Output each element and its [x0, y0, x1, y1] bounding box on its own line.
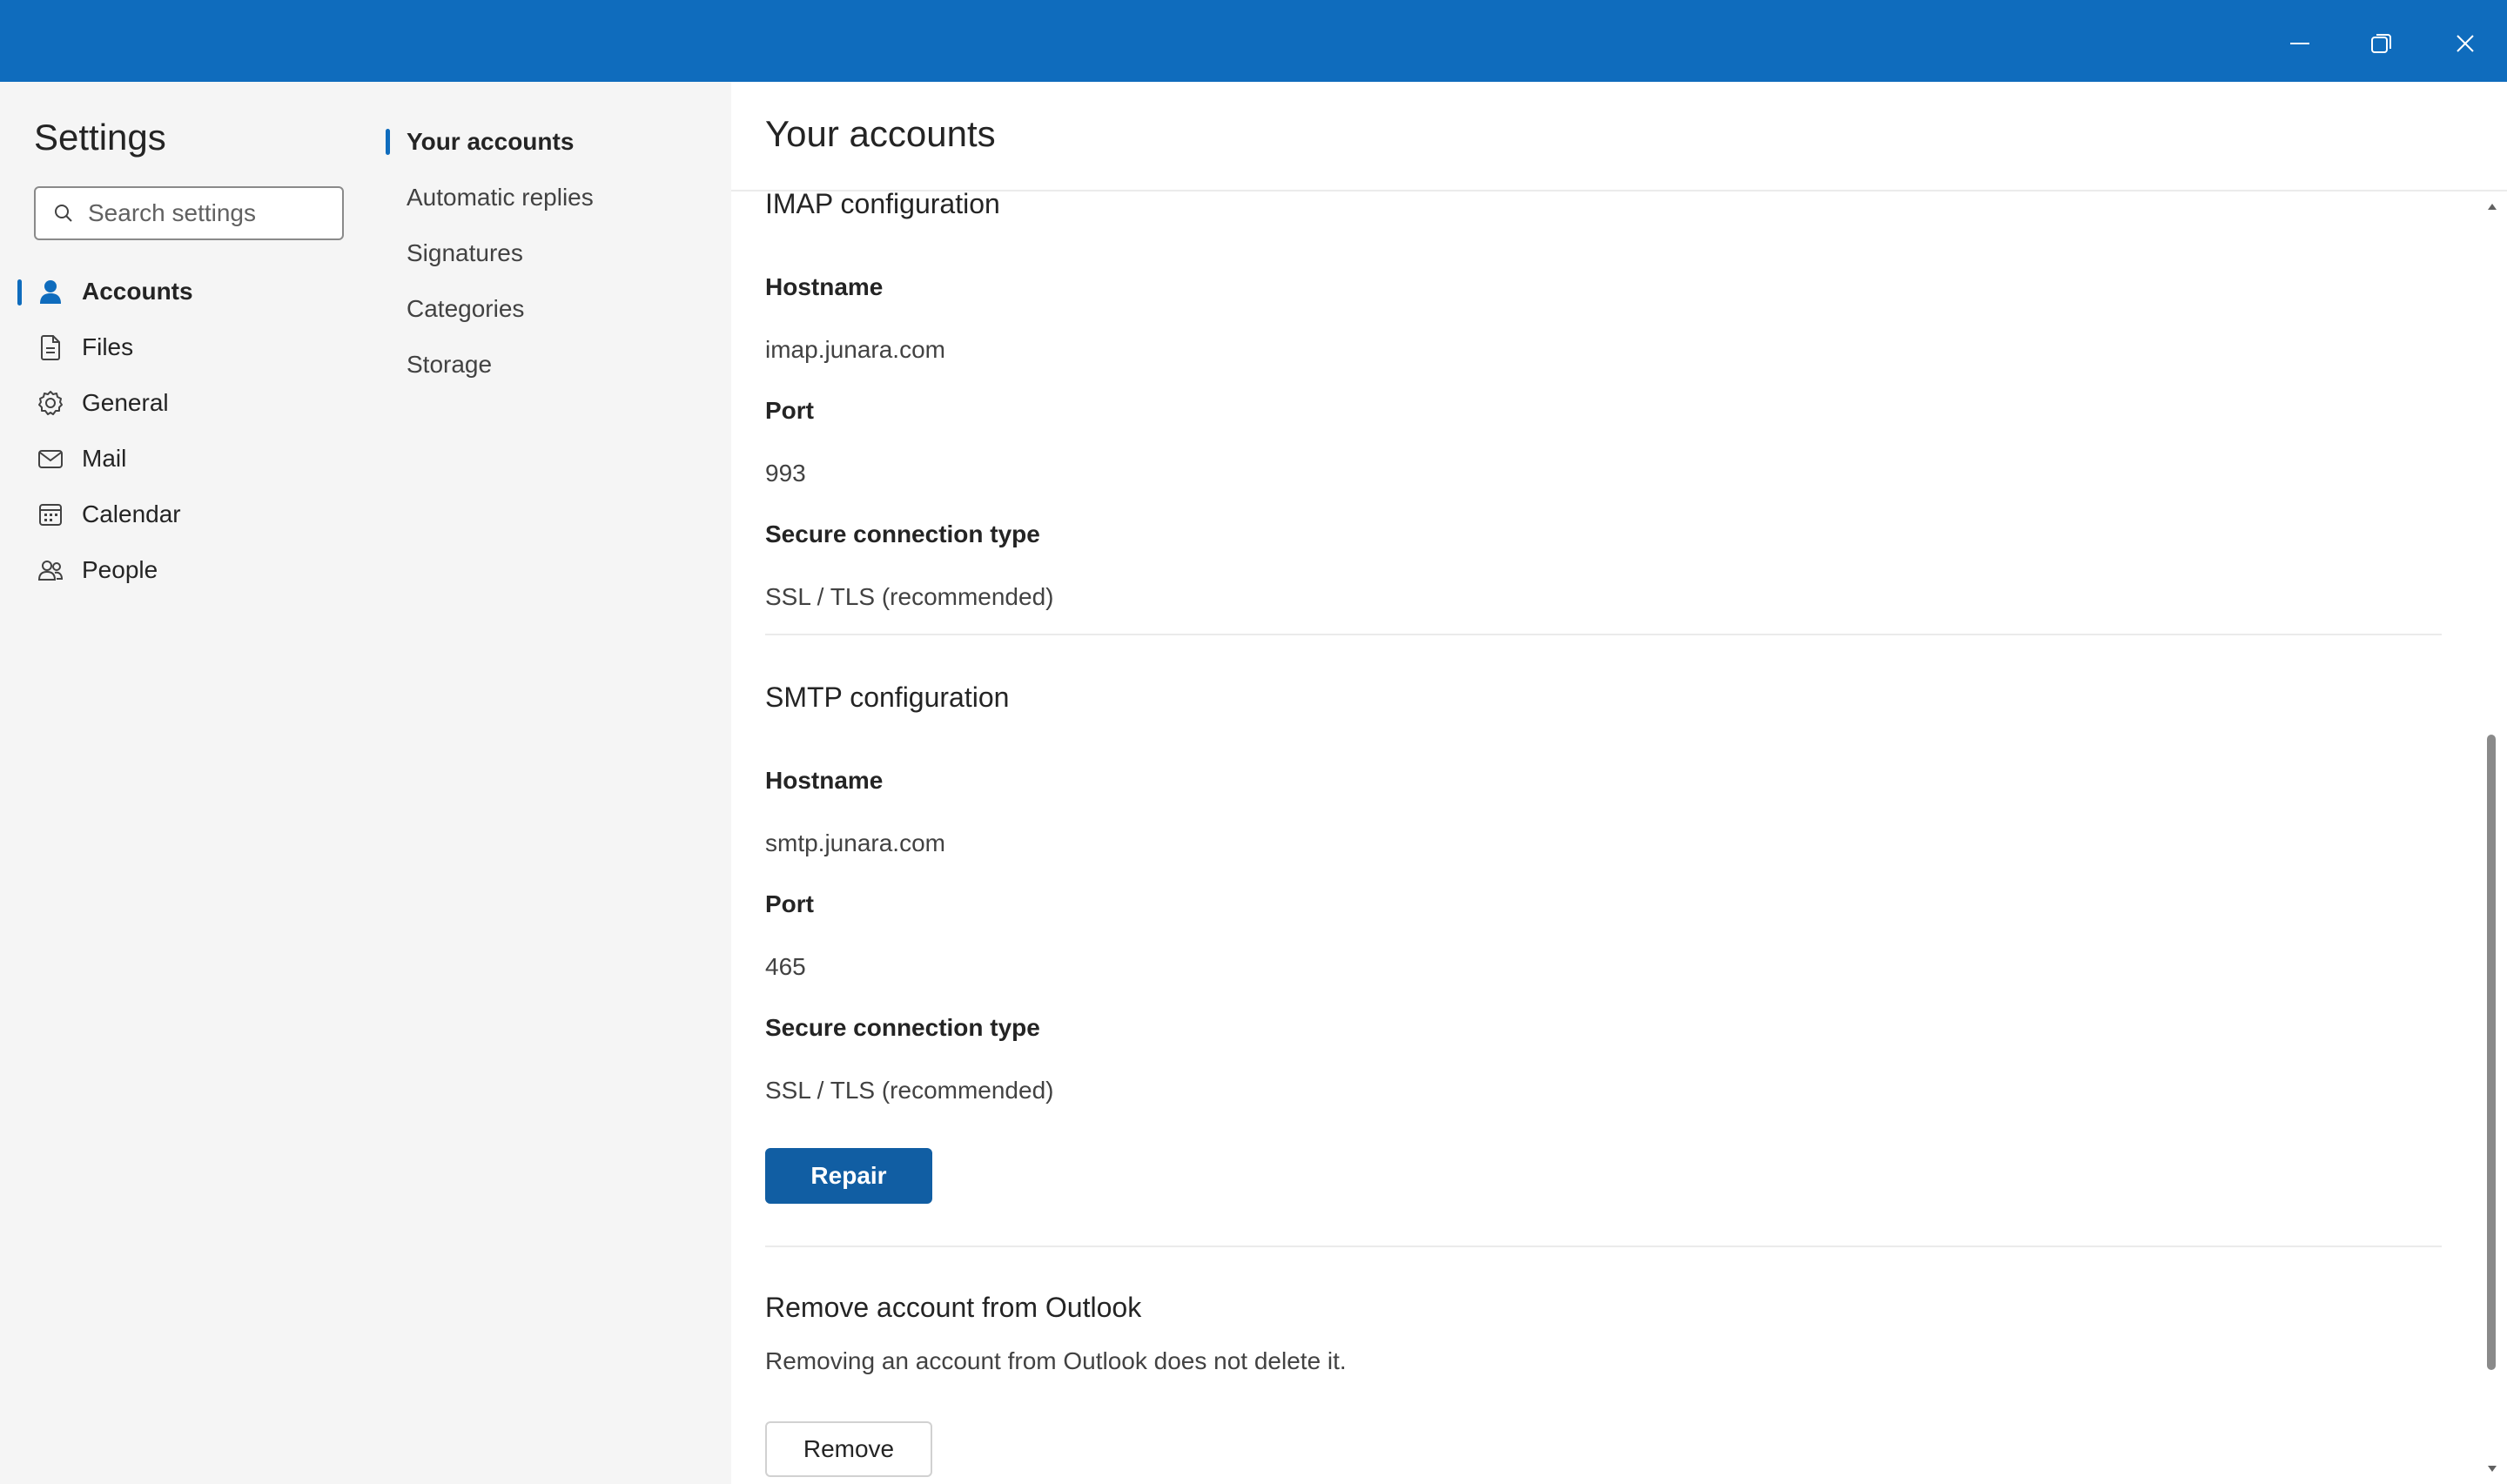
smtp-security-value: SSL / TLS (recommended): [765, 1077, 1054, 1104]
section-divider: [765, 1246, 2442, 1247]
nav-item-label: People: [82, 556, 158, 583]
accounts-subnav-pane: Your accounts Automatic replies Signatur…: [380, 82, 731, 1484]
smtp-port-label: Port: [765, 890, 814, 917]
subnav-item-storage[interactable]: Storage: [407, 340, 492, 389]
repair-button[interactable]: Repair: [765, 1148, 932, 1204]
remove-account-description: Removing an account from Outlook does no…: [765, 1347, 1347, 1374]
subnav-item-signatures[interactable]: Signatures: [407, 229, 523, 278]
restore-button[interactable]: [2356, 17, 2408, 70]
imap-hostname-label: Hostname: [765, 273, 884, 300]
subnav-item-automatic-replies[interactable]: Automatic replies: [407, 173, 594, 222]
imap-section-title: IMAP configuration: [765, 188, 1000, 219]
subnav-item-categories[interactable]: Categories: [407, 285, 524, 333]
nav-item-files[interactable]: Files: [17, 322, 366, 373]
nav-item-mail[interactable]: Mail: [17, 433, 366, 484]
imap-port-value: 993: [765, 460, 806, 487]
calendar-icon: [33, 497, 68, 532]
minimize-button[interactable]: [2274, 17, 2326, 70]
section-divider: [765, 634, 2442, 635]
gear-icon: [33, 386, 68, 420]
imap-security-value: SSL / TLS (recommended): [765, 583, 1054, 610]
person-icon: [33, 274, 68, 309]
search-icon: [55, 205, 72, 222]
page-title: Your accounts: [765, 113, 996, 154]
settings-title: Settings: [34, 117, 166, 158]
people-icon: [33, 553, 68, 588]
subnav-item-your-accounts[interactable]: Your accounts: [407, 118, 574, 166]
nav-item-calendar[interactable]: Calendar: [17, 489, 366, 540]
scroll-down-arrow[interactable]: [2488, 1466, 2497, 1472]
nav-item-accounts[interactable]: Accounts: [17, 266, 366, 317]
smtp-section-title: SMTP configuration: [765, 682, 1010, 713]
nav-item-label: General: [82, 389, 169, 416]
smtp-port-value: 465: [765, 953, 806, 980]
smtp-hostname-label: Hostname: [765, 767, 884, 794]
settings-nav-pane: Settings Accounts Files General Mail: [0, 82, 380, 1484]
mail-icon: [33, 441, 68, 476]
nav-item-general[interactable]: General: [17, 378, 366, 428]
minimize-icon: [2290, 43, 2309, 44]
nav-item-label: Calendar: [82, 500, 181, 527]
subnav-selection-indicator: [386, 129, 390, 155]
nav-item-people[interactable]: People: [17, 545, 366, 595]
nav-item-label: Mail: [82, 445, 127, 472]
scrollbar-thumb[interactable]: [2487, 735, 2496, 1370]
imap-hostname-value: imap.junara.com: [765, 336, 945, 363]
selection-indicator: [17, 279, 22, 306]
title-bar: [0, 0, 2507, 82]
imap-port-label: Port: [765, 397, 814, 424]
search-settings-box[interactable]: [34, 186, 344, 240]
main-content: Your accounts IMAP configuration Hostnam…: [731, 82, 2507, 1484]
nav-item-label: Accounts: [82, 278, 193, 305]
remove-account-title: Remove account from Outlook: [765, 1292, 1142, 1323]
scroll-up-arrow[interactable]: [2488, 204, 2497, 210]
imap-security-label: Secure connection type: [765, 520, 1040, 547]
close-button[interactable]: [2439, 17, 2491, 70]
restore-icon: [2371, 34, 2391, 53]
nav-item-label: Files: [82, 333, 134, 360]
smtp-hostname-value: smtp.junara.com: [765, 829, 945, 856]
document-icon: [33, 330, 68, 365]
remove-button[interactable]: Remove: [765, 1421, 932, 1477]
smtp-security-label: Secure connection type: [765, 1014, 1040, 1041]
search-input[interactable]: [86, 198, 333, 228]
close-icon: [2457, 35, 2474, 52]
